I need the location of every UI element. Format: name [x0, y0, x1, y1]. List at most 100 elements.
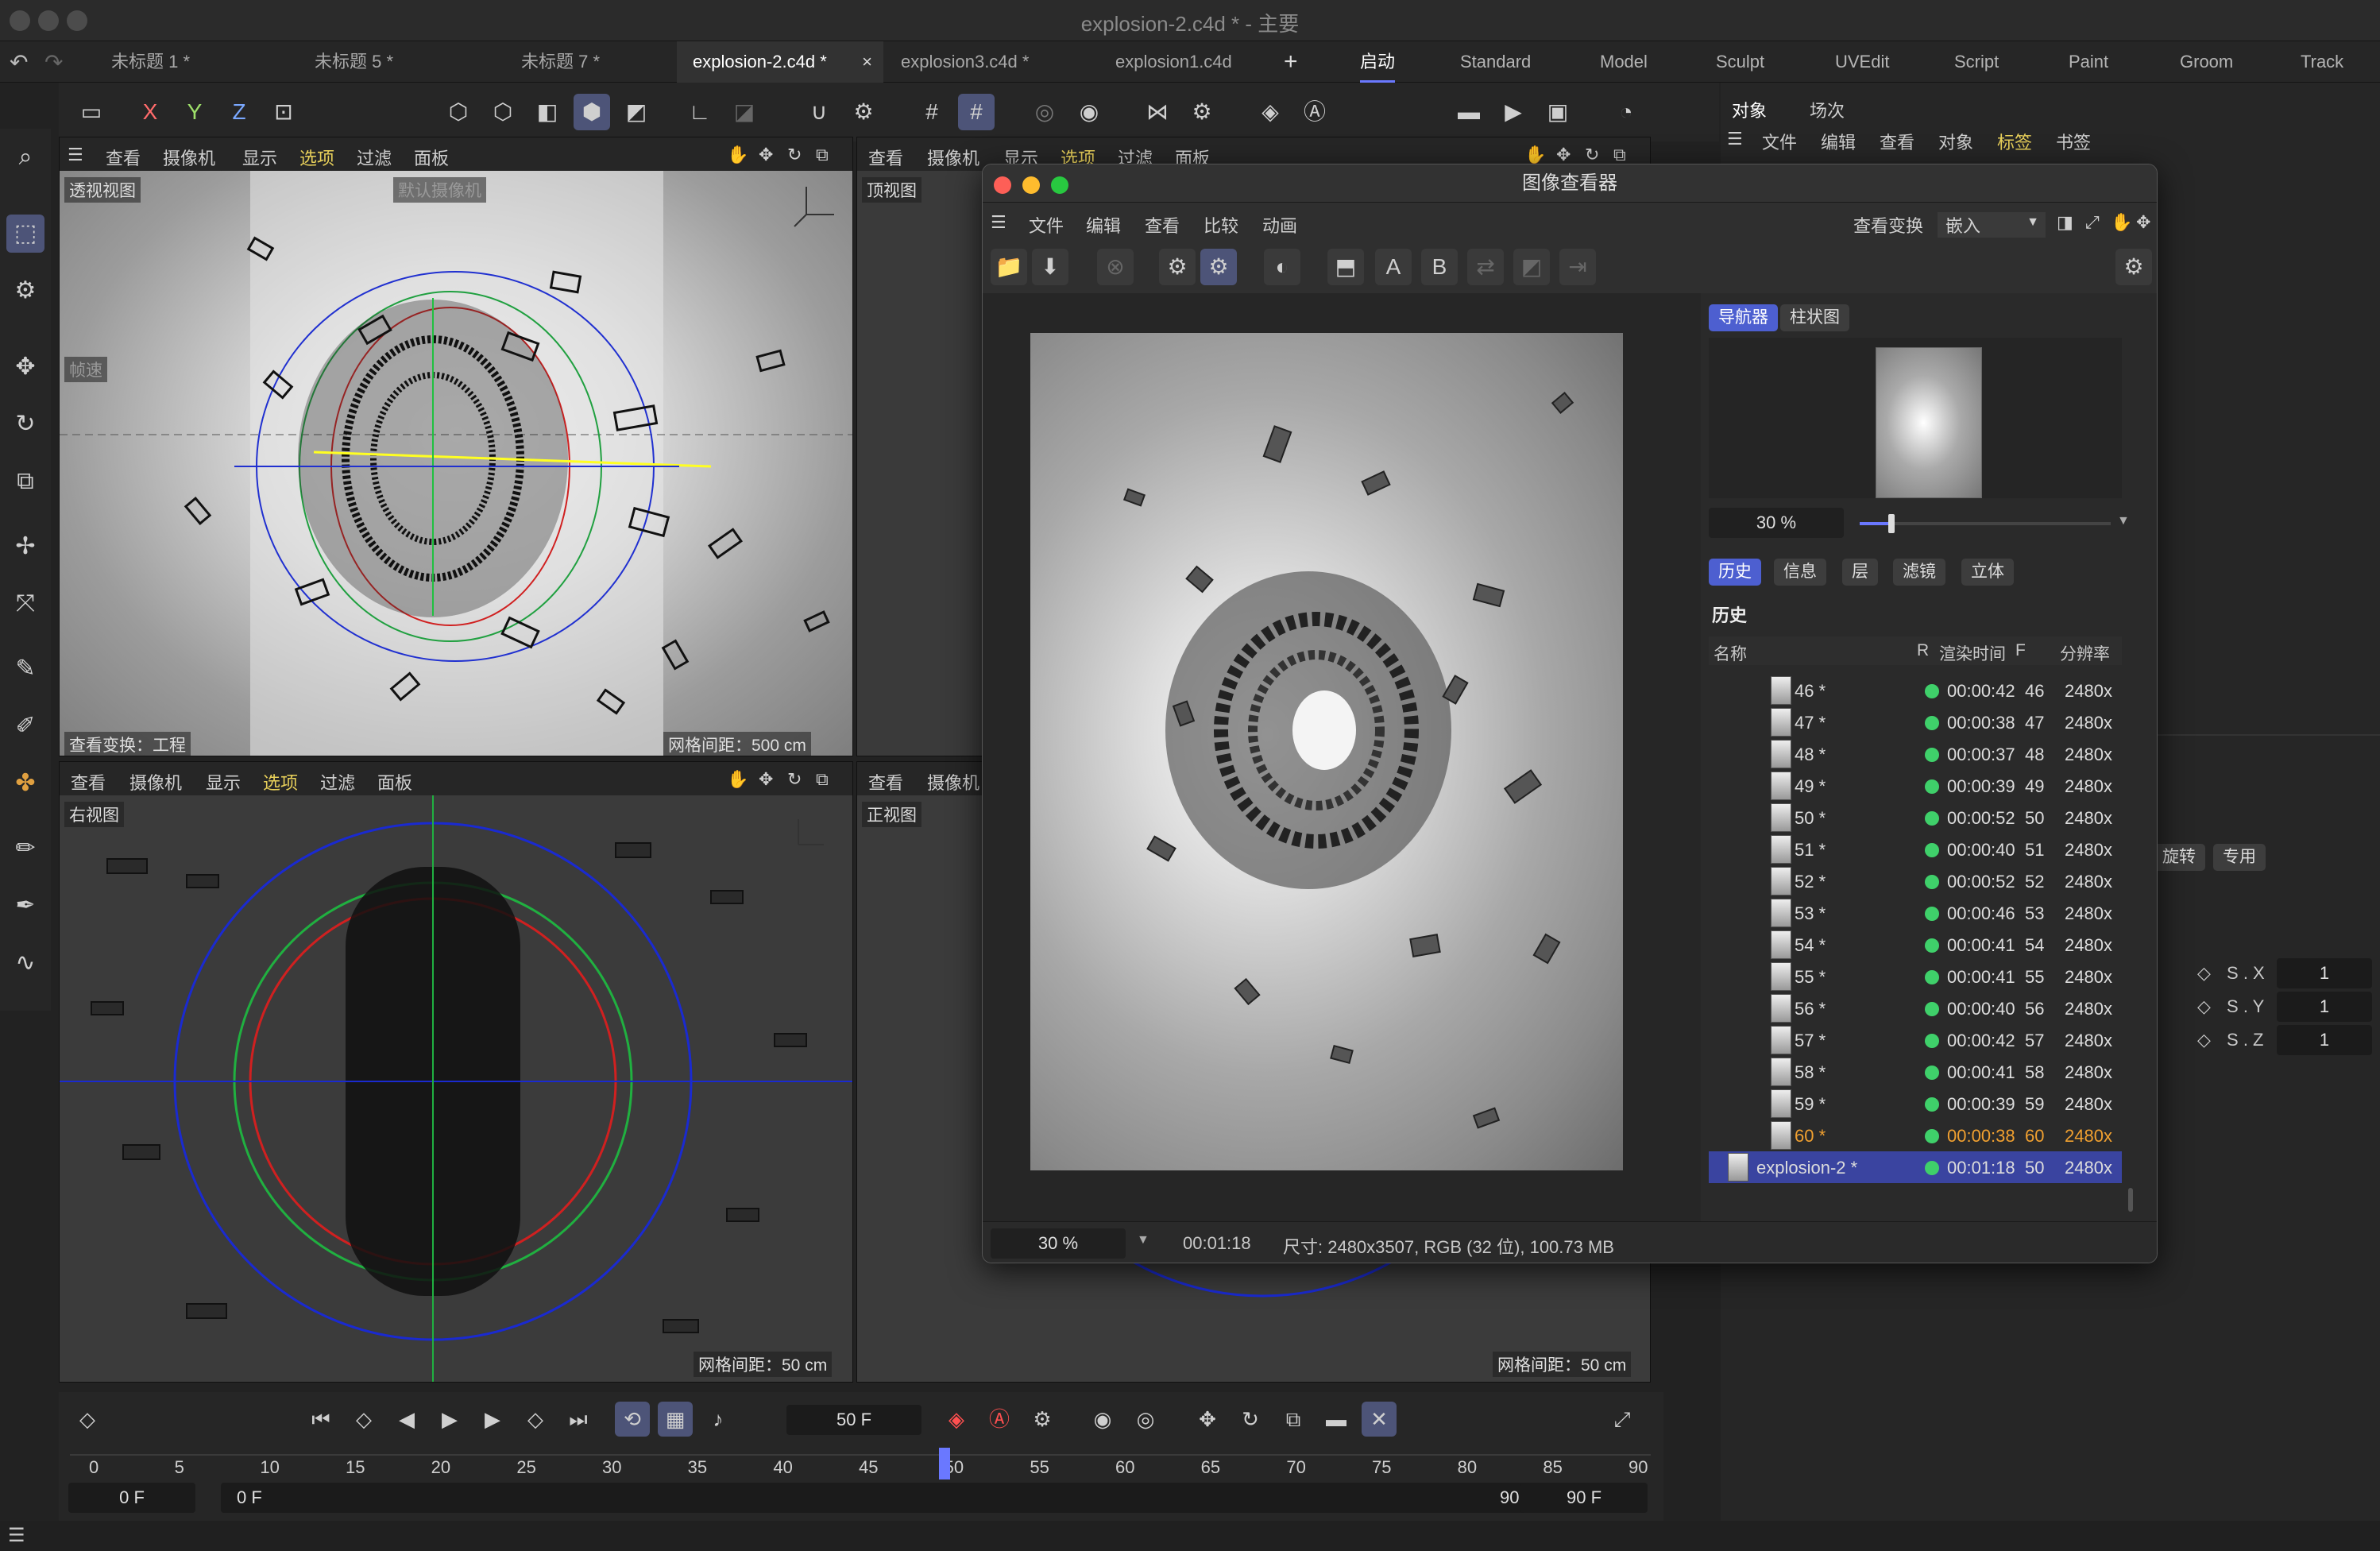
history-row[interactable]: 47 * 00:00:38 47 2480x [1709, 706, 2122, 738]
menu-view[interactable]: 查看 [71, 769, 106, 795]
pan-hand-icon[interactable]: ✋ [1524, 145, 1546, 165]
perspective-viewport[interactable]: ☰ 查看 摄像机 显示 选项 过滤 面板 ✋ ✥ ↻ ⧉ 透视视图 默认摄像机 … [59, 137, 853, 756]
navigator-thumbnail[interactable] [1876, 347, 1982, 498]
points-mode-icon[interactable]: ⬡ [440, 94, 477, 130]
move-view-icon[interactable]: ✥ [759, 145, 773, 165]
history-row[interactable]: 48 * 00:00:37 48 2480x [1709, 738, 2122, 770]
swap-ab-icon[interactable]: ⇄ [1467, 249, 1504, 285]
menu-panel[interactable]: 面板 [377, 769, 412, 795]
render-to-picture-viewer-icon[interactable]: ▣ [1540, 94, 1576, 130]
history-row[interactable]: 57 * 00:00:42 57 2480x [1709, 1024, 2122, 1056]
menu-options[interactable]: 选项 [299, 145, 334, 170]
menu-edit[interactable]: 编辑 [1821, 129, 1856, 154]
history-row[interactable]: 59 * 00:00:39 59 2480x [1709, 1088, 2122, 1120]
compare-b-button[interactable]: B [1421, 249, 1458, 285]
keyframe-diamond-icon[interactable]: ◇ [2197, 1030, 2211, 1050]
history-vertical-scrollbar[interactable] [2128, 1188, 2133, 1212]
doc-tab-explosion3[interactable]: explosion3.c4d * [901, 41, 1029, 83]
zoom-slider-handle[interactable] [1888, 514, 1895, 533]
model-mode-icon[interactable]: ⬢ [574, 94, 610, 130]
symmetry-icon[interactable]: ⋈ [1139, 94, 1176, 130]
start-frame-field[interactable]: 0 F [68, 1483, 195, 1513]
render-view-icon[interactable]: ◈ [1252, 94, 1289, 130]
history-row[interactable]: 53 * 00:00:46 53 2480x [1709, 897, 2122, 929]
object-mode-icon[interactable]: ◩ [618, 94, 655, 130]
x-axis-lock-button[interactable]: X [132, 94, 168, 130]
col-render-time[interactable]: 渲染时间 [1939, 641, 2006, 665]
spline-pen-icon[interactable]: ✎ [6, 650, 44, 688]
scale-tool-icon[interactable]: ⧉ [6, 462, 44, 501]
menu-filter[interactable]: 过滤 [357, 145, 392, 170]
tab-info[interactable]: 信息 [1774, 559, 1826, 586]
rotate-tool-icon[interactable]: ↻ [6, 405, 44, 443]
close-window-button[interactable] [994, 176, 1011, 194]
maximize-view-icon[interactable]: ⧉ [1613, 145, 1626, 165]
chevron-down-icon[interactable]: ▼ [1137, 1233, 1149, 1247]
history-row[interactable]: 51 * 00:00:40 51 2480x [1709, 834, 2122, 865]
texture-mode-icon[interactable]: ◪ [726, 94, 763, 130]
layout-tab-standard[interactable]: Standard [1460, 41, 1531, 83]
pop-out-icon[interactable]: ⤢ [2085, 212, 2100, 233]
menu-bookmarks[interactable]: 书签 [2056, 129, 2091, 154]
brush-tool-icon[interactable]: ✏ [6, 830, 44, 868]
axis-mode-icon[interactable]: ∟ [682, 94, 718, 130]
menu-filter[interactable]: 过滤 [320, 769, 355, 795]
y-axis-lock-button[interactable]: Y [176, 94, 213, 130]
soft-selection-icon[interactable]: ◎ [1026, 94, 1063, 130]
tab-takes[interactable]: 场次 [1810, 97, 1845, 122]
render-active-icon[interactable]: ⚙ [1200, 249, 1237, 285]
compare-a-button[interactable]: A [1375, 249, 1412, 285]
playhead[interactable] [939, 1448, 950, 1479]
tab-stereo[interactable]: 立体 [1961, 559, 2014, 586]
tab-objects[interactable]: 对象 [1732, 97, 1767, 122]
history-row-selected[interactable]: explosion-2 * 00:01:18 50 2480x [1709, 1151, 2122, 1183]
end-frame-field[interactable]: 90 F [1520, 1483, 1648, 1513]
viewport-solo-icon[interactable]: ◉ [1071, 94, 1107, 130]
move-view-icon[interactable]: ✥ [759, 769, 773, 790]
history-row[interactable]: 46 * 00:00:42 46 2480x [1709, 675, 2122, 706]
rotate-view-icon[interactable]: ↻ [787, 769, 802, 790]
render-region-icon[interactable]: ▬ [1451, 94, 1487, 130]
color-toggle-icon[interactable]: ◐ [1264, 249, 1300, 285]
save-image-icon[interactable]: ⬇ [1032, 249, 1068, 285]
menu-view[interactable]: 查看 [106, 145, 141, 170]
viewer-menu-compare[interactable]: 比较 [1204, 212, 1238, 238]
history-row[interactable]: 49 * 00:00:39 49 2480x [1709, 770, 2122, 802]
menu-camera[interactable]: 摄像机 [163, 145, 215, 170]
col-resolution[interactable]: 分辨率 [2060, 641, 2110, 665]
coordinate-system-icon[interactable]: ⊡ [265, 94, 302, 130]
keyframe-diamond-icon[interactable]: ◇ [2197, 963, 2211, 983]
doc-tab-explosion-2[interactable]: explosion-2.c4d * × [677, 41, 883, 83]
layout-tab-paint[interactable]: Paint [2069, 41, 2108, 83]
hamburger-menu-icon[interactable]: ☰ [991, 212, 1006, 233]
history-row[interactable]: 60 * 00:00:38 60 2480x [1709, 1120, 2122, 1151]
menu-display[interactable]: 显示 [206, 769, 241, 795]
layout-tab-track[interactable]: Track [2301, 41, 2343, 83]
col-name[interactable]: 名称 [1714, 641, 1747, 665]
chevron-down-icon[interactable]: ▼ [2117, 514, 2130, 528]
render-settings-icon[interactable]: ◔ [1608, 94, 1644, 130]
rotate-tab-button[interactable]: 旋转 [2153, 844, 2205, 871]
menu-view[interactable]: 查看 [1880, 129, 1914, 154]
layout-tab-sculpt[interactable]: Sculpt [1716, 41, 1764, 83]
menu-camera[interactable]: 摄像机 [927, 145, 979, 170]
edges-mode-icon[interactable]: ⬡ [485, 94, 521, 130]
render-region-icon[interactable]: ⚙ [1159, 249, 1196, 285]
zoom-slider-track[interactable] [1860, 514, 2111, 533]
menu-camera[interactable]: 摄像机 [129, 769, 182, 795]
layout-tab-script[interactable]: Script [1954, 41, 1999, 83]
undo-icon[interactable]: ↶ [10, 49, 28, 75]
menu-object[interactable]: 对象 [1938, 129, 1973, 154]
viewer-settings-icon[interactable]: ⚙ [2115, 249, 2152, 285]
history-row[interactable]: 52 * 00:00:52 52 2480x [1709, 865, 2122, 897]
tab-layers[interactable]: 层 [1842, 559, 1878, 586]
maximize-view-icon[interactable]: ⧉ [816, 769, 829, 790]
stop-render-icon[interactable]: ⊗ [1097, 249, 1134, 285]
polygons-mode-icon[interactable]: ◧ [529, 94, 566, 130]
hamburger-menu-icon[interactable]: ☰ [68, 145, 83, 165]
history-row[interactable]: 56 * 00:00:40 56 2480x [1709, 992, 2122, 1024]
tab-histogram[interactable]: 柱状图 [1780, 304, 1849, 331]
minimize-window-button[interactable] [1022, 176, 1040, 194]
workplane-grid-icon[interactable]: # [914, 94, 950, 130]
snap-settings-icon[interactable]: ⚙ [845, 94, 882, 130]
